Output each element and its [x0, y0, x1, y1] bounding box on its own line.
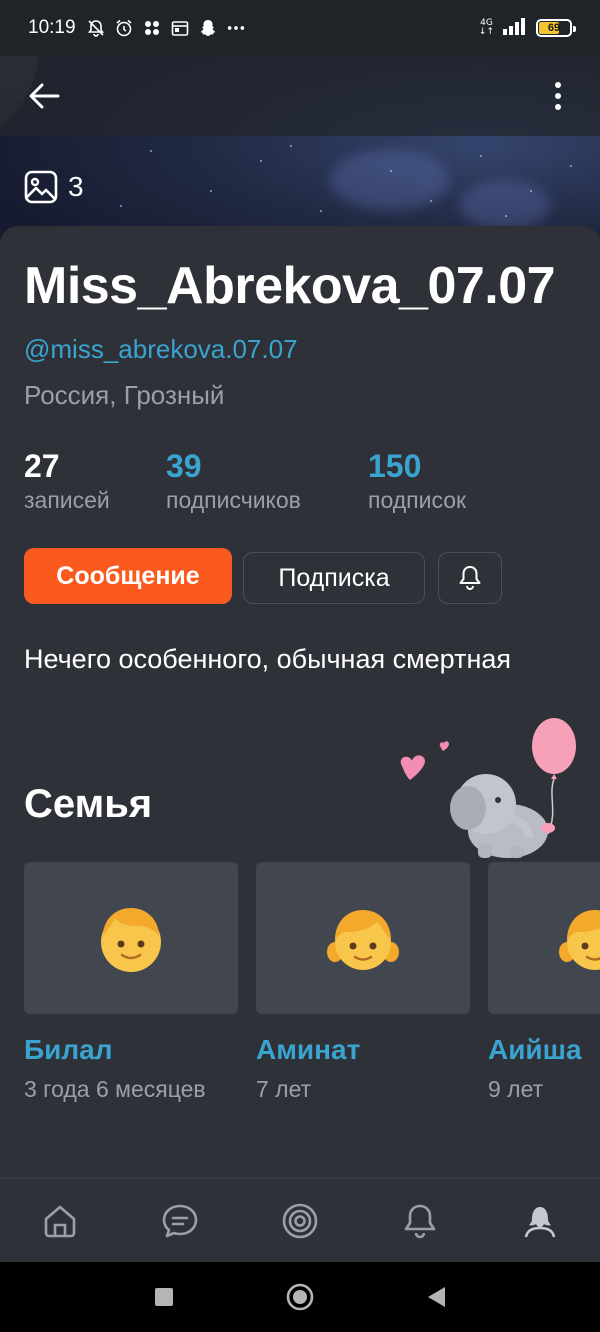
profile-card: Miss_Abrekova_07.07 @miss_abrekova.07.07… [0, 226, 600, 1186]
profile-location: Россия, Грозный [24, 380, 225, 410]
nebula-glow [330, 150, 450, 210]
recents-square-icon [155, 1288, 173, 1306]
status-bar: 10:19 4G ↓↑ 69 [0, 0, 600, 56]
profile-name: Miss_Abrekova_07.07 [24, 257, 556, 315]
signal-icon [502, 17, 528, 40]
more-dots-icon [226, 18, 246, 38]
stat-followers-label: подписчиков [166, 487, 301, 513]
bell-icon [404, 1204, 436, 1239]
star [260, 160, 262, 162]
battery-level: 69 [547, 22, 561, 34]
star [530, 190, 532, 192]
status-right: 4G ↓↑ 69 [478, 17, 576, 40]
stat-followers-value: 39 [166, 448, 202, 484]
subscribe-button[interactable]: Подписка [243, 552, 425, 604]
stat-followers[interactable]: 39 подписчиков [166, 448, 301, 516]
family-member-name: Билал [24, 1034, 113, 1065]
star [505, 215, 507, 217]
back-triangle-icon [428, 1287, 445, 1307]
notify-button[interactable] [438, 552, 502, 604]
nav-home[interactable] [36, 1197, 84, 1245]
stat-posts[interactable]: 27 записей [24, 448, 110, 516]
family-member-avatar [488, 862, 600, 1014]
star [120, 205, 122, 207]
profile-icon [524, 1207, 556, 1238]
network-label: 4G ↓↑ [478, 18, 494, 37]
family-member-age: 9 лет [488, 1076, 544, 1102]
system-navigation-bar [0, 1262, 600, 1332]
boy-emoji-icon [101, 908, 161, 972]
image-icon [24, 170, 58, 204]
nav-notifications[interactable] [396, 1197, 444, 1245]
snapchat-icon [198, 18, 218, 38]
bell-off-icon [86, 18, 106, 38]
nav-discover[interactable] [276, 1197, 324, 1245]
nav-messages[interactable] [156, 1197, 204, 1245]
dots-app-icon [142, 18, 162, 38]
bottom-nav [0, 1178, 600, 1262]
vertical-dots-icon [555, 82, 561, 110]
nav-profile[interactable] [516, 1197, 564, 1245]
back-system-button[interactable] [419, 1280, 453, 1314]
stat-following-value: 150 [368, 448, 422, 484]
family-list[interactable]: Билал 3 года 6 месяцев Аминат 7 лет Аийш… [24, 862, 600, 1122]
family-section-title: Семья [24, 782, 153, 826]
nebula-glow [460, 180, 550, 230]
stat-following-label: подписок [368, 487, 467, 513]
profile-bio: Нечего особенного, обычная смертная [24, 644, 512, 674]
target-icon [282, 1203, 318, 1239]
home-circle-icon [286, 1283, 314, 1311]
elephant-balloon-sticker [400, 718, 576, 858]
home-system-button[interactable] [283, 1280, 317, 1314]
family-member-card[interactable]: Билал 3 года 6 месяцев [24, 862, 238, 1103]
stat-posts-label: записей [24, 487, 110, 513]
app-bar [0, 56, 600, 136]
stat-posts-value: 27 [24, 448, 60, 484]
menu-button[interactable] [538, 76, 578, 116]
star [150, 150, 152, 152]
girl-emoji-icon [327, 910, 399, 970]
alarm-icon [114, 18, 134, 38]
star [480, 155, 482, 157]
status-icons [86, 18, 246, 38]
family-member-card[interactable]: Аийша 9 лет [488, 862, 600, 1103]
star [430, 200, 432, 202]
status-time: 10:19 [28, 17, 76, 38]
profile-handle[interactable]: @miss_abrekova.07.07 [24, 334, 298, 365]
chat-icon [162, 1204, 198, 1238]
family-member-name: Аминат [256, 1034, 361, 1065]
home-icon [44, 1205, 76, 1238]
calendar-icon [170, 18, 190, 38]
photo-count: 3 [68, 171, 84, 202]
star [390, 170, 392, 172]
star [210, 190, 212, 192]
recents-button[interactable] [147, 1280, 181, 1314]
family-member-avatar [24, 862, 238, 1014]
back-button[interactable] [26, 76, 66, 116]
stat-following[interactable]: 150 подписок [368, 448, 466, 516]
girl-emoji-icon [559, 910, 600, 970]
photo-count-button[interactable]: 3 [24, 170, 84, 204]
family-member-avatar [256, 862, 470, 1014]
arrow-left-icon [29, 83, 60, 109]
message-button[interactable]: Сообщение [24, 548, 232, 604]
star [290, 145, 292, 147]
star [570, 165, 572, 167]
family-member-name: Аийша [488, 1034, 582, 1065]
bell-icon [459, 566, 481, 590]
family-member-age: 3 года 6 месяцев [24, 1076, 206, 1102]
family-member-age: 7 лет [256, 1076, 312, 1102]
battery-icon: 69 [536, 19, 576, 37]
family-member-card[interactable]: Аминат 7 лет [256, 862, 470, 1103]
star [320, 210, 322, 212]
